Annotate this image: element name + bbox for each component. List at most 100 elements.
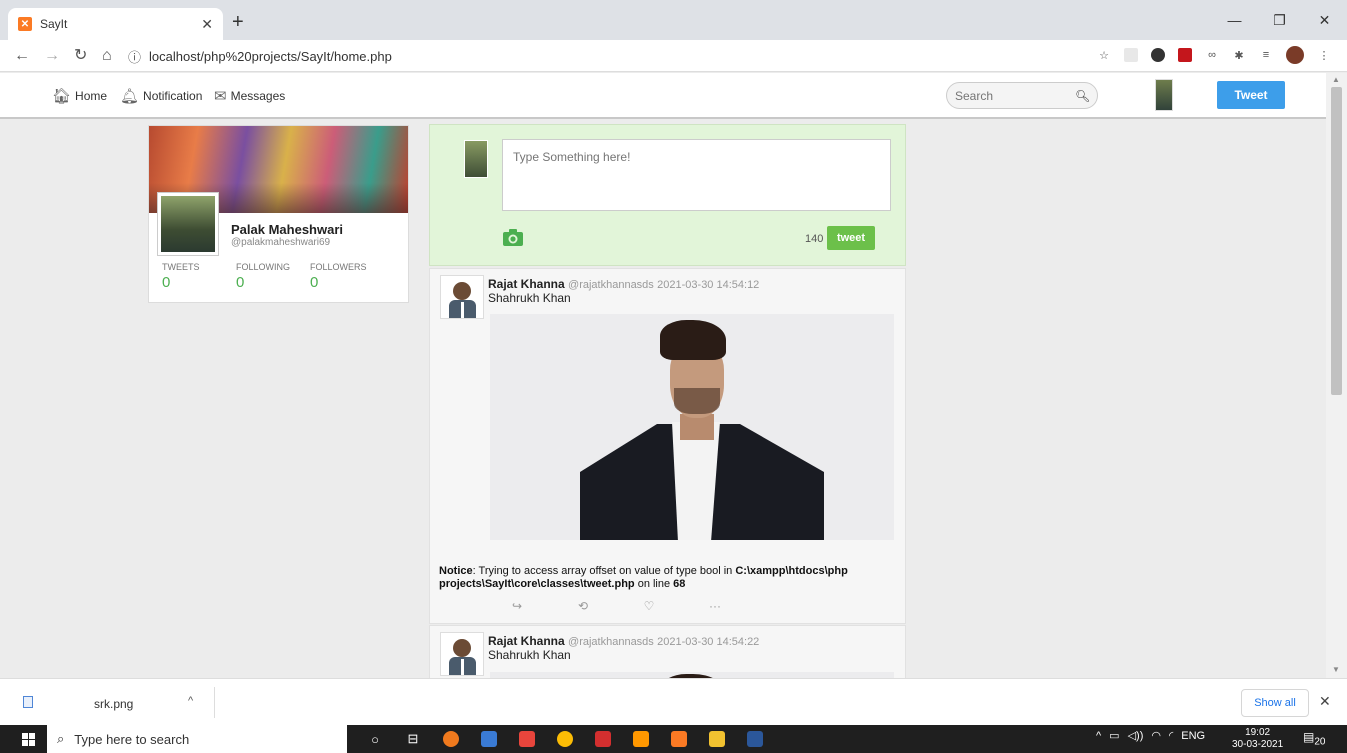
stat-tweets[interactable]: TWEETS 0 xyxy=(162,262,200,291)
menu-kebab-icon[interactable]: ⋮ xyxy=(1317,48,1331,62)
back-arrow-icon[interactable]: ← xyxy=(14,46,30,66)
stat-followers-label: FOLLOWERS xyxy=(310,262,367,272)
notice-message: : Trying to access array offset on value… xyxy=(472,565,736,577)
tab-close-icon[interactable]: ✕ xyxy=(201,16,213,33)
scroll-thumb[interactable] xyxy=(1331,87,1342,395)
search-icon[interactable]: 🔍︎ xyxy=(1075,89,1090,103)
download-bar: srk.png ^ Show all ✕ xyxy=(0,678,1347,725)
forward-arrow-icon[interactable]: → xyxy=(44,46,60,66)
stat-followers[interactable]: FOLLOWERS 0 xyxy=(310,262,367,291)
firefox-icon[interactable] xyxy=(436,729,466,749)
header-tweet-button[interactable]: Tweet xyxy=(1217,81,1285,109)
profile-card: Palak Maheshwari @palakmaheshwari69 TWEE… xyxy=(148,125,409,303)
extension-4-icon[interactable]: ∞ xyxy=(1205,48,1219,62)
tweet-time: 2021-03-30 14:54:22 xyxy=(657,636,760,648)
tray-clock[interactable]: 19:02 30-03-2021 xyxy=(1232,727,1283,751)
system-tray: ^ ▭ ◁)) ◠ ◜ ENG xyxy=(1096,729,1205,743)
stat-following[interactable]: FOLLOWING 0 xyxy=(236,262,290,291)
stat-followers-value: 0 xyxy=(310,274,319,291)
page-scrollbar[interactable]: ▲ ▼ xyxy=(1326,73,1347,678)
url-field[interactable]: ⓘ localhost/php%20projects/SayIt/home.ph… xyxy=(128,44,1088,68)
new-tab-button[interactable]: + xyxy=(232,12,244,32)
compose-tweet-button[interactable]: tweet xyxy=(827,226,875,250)
profile-name[interactable]: Palak Maheshwari xyxy=(231,222,343,237)
notice-on: on line xyxy=(634,578,674,590)
reload-icon[interactable]: ↻ xyxy=(74,46,87,66)
tweet-author[interactable]: Rajat Khanna xyxy=(488,634,565,648)
stat-tweets-label: TWEETS xyxy=(162,262,200,272)
nav-home[interactable]: 🏠︎ Home xyxy=(52,87,107,105)
search-icon: ⌕ xyxy=(57,731,65,746)
maximize-button[interactable]: ❐ xyxy=(1257,0,1302,40)
task-view-icon[interactable]: ⊟ xyxy=(398,729,428,749)
tweet-author[interactable]: Rajat Khanna xyxy=(488,277,565,291)
sublime-icon[interactable] xyxy=(626,729,656,749)
windows-start-icon[interactable] xyxy=(22,733,35,746)
scroll-down-icon[interactable]: ▼ xyxy=(1332,665,1340,674)
file-icon xyxy=(23,696,33,708)
action-center-icon[interactable]: ▤20 xyxy=(1303,730,1325,748)
tweet-author-avatar[interactable] xyxy=(440,632,484,676)
file-explorer-icon[interactable] xyxy=(702,729,732,749)
clock-date: 30-03-2021 xyxy=(1232,739,1284,750)
profile-avatar-icon[interactable] xyxy=(1286,46,1304,64)
profile-picture[interactable] xyxy=(157,192,219,256)
taskbar-apps: ○ ⊟ xyxy=(360,729,770,749)
search-input[interactable] xyxy=(955,88,1075,103)
battery-icon[interactable]: ▭ xyxy=(1109,729,1119,742)
heart-icon[interactable]: ♡ xyxy=(616,599,682,613)
puzzle-icon[interactable]: ✱ xyxy=(1232,48,1246,62)
download-file-name[interactable]: srk.png xyxy=(94,697,133,711)
php-notice: Notice: Trying to access array offset on… xyxy=(439,565,889,591)
header-avatar[interactable] xyxy=(1155,79,1173,111)
page-viewport: 🏠︎ Home 🔔︎ Notification ✉ Messages 🔍︎ Tw… xyxy=(0,73,1347,678)
retweet-icon[interactable]: ⟲ xyxy=(550,599,616,613)
more-icon[interactable]: ··· xyxy=(682,599,748,613)
envelope-icon: ✉ xyxy=(214,88,227,105)
browser-tab[interactable]: ✕ SayIt ✕ xyxy=(8,8,223,40)
char-count: 140 xyxy=(805,233,824,245)
extension-2-icon[interactable] xyxy=(1151,48,1165,62)
tweet-text: Shahrukh Khan xyxy=(488,291,571,305)
share-icon[interactable]: ↪ xyxy=(484,599,550,613)
camera-icon[interactable] xyxy=(502,229,524,247)
xampp-icon[interactable] xyxy=(664,729,694,749)
network-icon[interactable]: ◠ xyxy=(1151,729,1161,742)
chrome-icon[interactable] xyxy=(550,729,580,749)
nav-notification[interactable]: 🔔︎ Notification xyxy=(120,87,202,105)
tweet-image[interactable] xyxy=(490,314,894,540)
home-browser-icon[interactable]: ⌂ xyxy=(102,46,112,66)
tweet-text: Shahrukh Khan xyxy=(488,648,571,662)
close-icon[interactable]: ✕ xyxy=(1319,693,1331,710)
volume-icon[interactable]: ◁)) xyxy=(1128,729,1144,742)
brave-icon[interactable] xyxy=(474,729,504,749)
xampp-favicon-icon: ✕ xyxy=(18,17,32,31)
scroll-up-icon[interactable]: ▲ xyxy=(1332,75,1340,84)
chevron-up-icon[interactable]: ^ xyxy=(188,695,193,707)
nav-messages[interactable]: ✉ Messages xyxy=(214,87,285,105)
tweet-handle: @rajatkhannasds xyxy=(568,636,654,648)
browser-tab-bar: ✕ SayIt ✕ + — ❐ ✕ xyxy=(0,0,1347,40)
wifi-icon[interactable]: ◜ xyxy=(1169,729,1173,742)
compose-textarea[interactable] xyxy=(502,139,891,211)
tray-chevron-icon[interactable]: ^ xyxy=(1096,730,1101,742)
close-window-button[interactable]: ✕ xyxy=(1302,0,1347,40)
acrobat-icon[interactable] xyxy=(588,729,618,749)
bookmark-star-icon[interactable]: ☆ xyxy=(1097,48,1111,62)
taskbar-search[interactable]: ⌕ Type here to search xyxy=(47,725,347,753)
tweet-card: Rajat Khanna @rajatkhannasds 2021-03-30 … xyxy=(429,625,906,678)
extension-1-icon[interactable] xyxy=(1124,48,1138,62)
extension-3-icon[interactable] xyxy=(1178,48,1192,62)
app-icon[interactable] xyxy=(512,729,542,749)
info-icon[interactable]: ⓘ xyxy=(128,47,141,66)
minimize-button[interactable]: — xyxy=(1212,0,1257,40)
show-all-button[interactable]: Show all xyxy=(1241,689,1309,717)
word-icon[interactable] xyxy=(740,729,770,749)
clock-time: 19:02 xyxy=(1245,727,1271,738)
tweet-author-avatar[interactable] xyxy=(440,275,484,319)
cortana-icon[interactable]: ○ xyxy=(360,729,390,749)
reading-list-icon[interactable]: ≡ xyxy=(1259,48,1273,62)
search-box: 🔍︎ xyxy=(946,82,1098,109)
tweet-handle: @rajatkhannasds xyxy=(568,279,654,291)
language-indicator[interactable]: ENG xyxy=(1181,730,1205,742)
